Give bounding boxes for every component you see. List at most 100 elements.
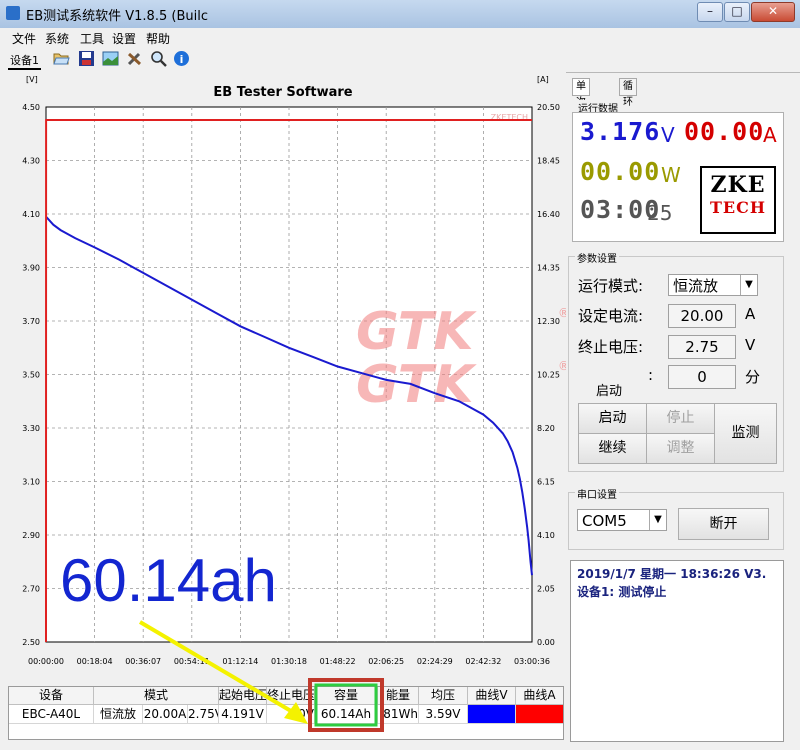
- mode-label: 运行模式:: [578, 277, 644, 295]
- time-limit-input[interactable]: 0: [668, 365, 736, 389]
- continue-button[interactable]: 继续: [578, 433, 647, 464]
- voltage-readout: 3.176: [580, 117, 661, 146]
- cell-device: EBC-A40L: [9, 705, 94, 724]
- current-set-input[interactable]: 20.00: [668, 304, 736, 328]
- col-energy: 能量: [378, 687, 419, 705]
- cutoff-unit: V: [745, 336, 756, 354]
- cutoff-label: 终止电压:: [578, 338, 644, 356]
- registered-mark-1: ®: [558, 306, 566, 320]
- colon-label: :: [648, 366, 654, 384]
- tab-cycle-test[interactable]: 循环测试: [619, 78, 637, 140]
- info-icon[interactable]: i: [173, 50, 190, 67]
- x-tick-label: 00:36:07: [125, 657, 161, 666]
- run-data-display: 3.176 V 00.00 A 00.00 W 03:00 25 ZKE TEC…: [572, 112, 784, 242]
- cell-mode: 恒流放: [94, 705, 143, 724]
- y-left-tick-label: 2.90: [22, 531, 40, 540]
- start-time-label: 启动: [596, 384, 623, 399]
- toolbar: 设备1 i: [0, 46, 800, 73]
- y-right-tick-label: 10.25: [537, 371, 560, 380]
- y-left-tick-label: 3.70: [22, 317, 40, 326]
- gtk-watermark-1: GTK: [356, 302, 477, 362]
- current-set-label: 设定电流:: [578, 307, 644, 325]
- cell-curve-a-color[interactable]: [516, 705, 563, 724]
- x-tick-label: 00:18:04: [77, 657, 113, 666]
- capacity-overlay-label: 60.14ah: [60, 547, 277, 614]
- col-device: 设备: [9, 687, 94, 705]
- tab-device-1[interactable]: 设备1: [8, 52, 41, 70]
- cutoff-voltage-input[interactable]: 2.75: [668, 335, 736, 359]
- chevron-down-icon[interactable]: ▼: [740, 275, 757, 295]
- menu-help[interactable]: 帮助: [146, 30, 170, 47]
- logo-line-2: TECH: [710, 198, 766, 217]
- voltage-unit: V: [661, 123, 675, 147]
- adjust-button[interactable]: 调整: [646, 433, 715, 464]
- y-right-tick-label: 14.35: [537, 264, 560, 273]
- col-curve-v: 曲线V: [468, 687, 516, 705]
- tab-single-test[interactable]: 单次测试: [572, 78, 590, 140]
- x-tick-label: 00:54:11: [174, 657, 210, 666]
- y-right-tick-label: 8.20: [537, 424, 555, 433]
- search-icon[interactable]: [150, 50, 167, 67]
- window-title: EB测试系统软件 V1.8.5 (Builc: [26, 9, 208, 24]
- x-tick-label: 01:30:18: [271, 657, 307, 666]
- svg-text:i: i: [180, 53, 184, 66]
- close-button[interactable]: ✕: [751, 2, 795, 22]
- time-limit-unit: 分: [745, 368, 761, 386]
- serial-title: 串口设置: [575, 486, 619, 501]
- save-icon[interactable]: [78, 50, 95, 67]
- menu-file[interactable]: 文件: [12, 30, 36, 47]
- menu-system[interactable]: 系统: [45, 30, 69, 47]
- y-right-tick-label: 12.30: [537, 317, 560, 326]
- current-set-unit: A: [745, 305, 756, 323]
- tools-icon[interactable]: [126, 50, 143, 67]
- y-left-tick-label: 3.10: [22, 478, 40, 487]
- y-left-tick-label: 3.90: [22, 264, 40, 273]
- gtk-watermark-2: GTK: [356, 355, 477, 415]
- minimize-button[interactable]: –: [697, 2, 723, 22]
- app-window: EB测试系统软件 V1.8.5 (Builc – □ ✕ 文件 系统 工具 设置…: [0, 0, 800, 750]
- x-tick-label: 02:24:29: [417, 657, 453, 666]
- y-right-tick-label: 2.05: [537, 585, 555, 594]
- y-left-tick-label: 4.30: [22, 157, 40, 166]
- y-left-tick-label: 4.10: [22, 210, 40, 219]
- y-left-tick-label: 2.50: [22, 638, 40, 647]
- time-seconds: 25: [647, 201, 673, 225]
- x-tick-label: 01:48:22: [320, 657, 356, 666]
- cell-end-voltage: 70V: [267, 705, 315, 724]
- cell-set-current: 20.00A: [143, 705, 188, 724]
- chevron-down-icon[interactable]: ▼: [649, 510, 666, 530]
- stop-button[interactable]: 停止: [646, 403, 715, 434]
- registered-mark-2: ®: [558, 359, 566, 373]
- mode-select[interactable]: 恒流放 ▼: [668, 274, 758, 296]
- cell-energy: 81Wh: [378, 705, 419, 724]
- x-tick-label: 02:42:32: [465, 657, 501, 666]
- port-select[interactable]: COM5 ▼: [577, 509, 667, 531]
- y-right-unit: [A]: [537, 75, 549, 84]
- y-right-tick-label: 4.10: [537, 531, 555, 540]
- cell-start-voltage: 4.191V: [219, 705, 267, 724]
- zke-tech-logo: ZKE TECH: [700, 166, 776, 234]
- x-tick-label: 02:06:25: [368, 657, 404, 666]
- menu-bar: 文件 系统 工具 设置 帮助: [0, 28, 800, 46]
- current-readout: 00.00: [684, 117, 765, 146]
- disconnect-button[interactable]: 断开: [678, 508, 769, 540]
- monitor-button[interactable]: 监测: [714, 403, 777, 464]
- col-capacity: 容量: [315, 687, 378, 705]
- cell-cutoff-voltage: 2.75V: [188, 705, 219, 724]
- y-right-tick-label: 20.50: [537, 103, 560, 112]
- y-right-tick-label: 18.45: [537, 157, 560, 166]
- col-end-voltage: 终止电压: [267, 687, 315, 705]
- y-right-tick-label: 6.15: [537, 478, 555, 487]
- status-line-1: 2019/1/7 星期一 18:36:26 V3.: [577, 567, 767, 581]
- folder-open-icon[interactable]: [53, 50, 70, 67]
- col-mode: 模式: [94, 687, 219, 705]
- start-button[interactable]: 启动: [578, 403, 647, 434]
- menu-settings[interactable]: 设置: [112, 30, 136, 47]
- cell-capacity: 60.14Ah: [315, 705, 378, 724]
- chart-image-icon[interactable]: [102, 50, 119, 67]
- status-log: 2019/1/7 星期一 18:36:26 V3. 设备1: 测试停止: [570, 560, 784, 742]
- maximize-button[interactable]: □: [724, 2, 750, 22]
- menu-tools[interactable]: 工具: [80, 30, 104, 47]
- cell-curve-v-color[interactable]: [468, 705, 516, 724]
- status-line-2: 设备1: 测试停止: [577, 585, 667, 599]
